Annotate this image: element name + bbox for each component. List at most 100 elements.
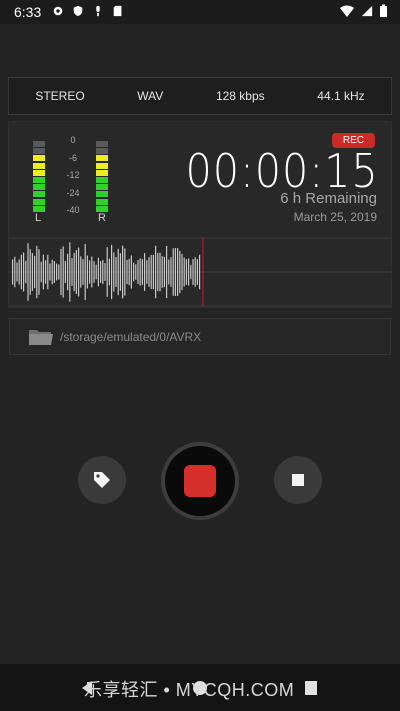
waveform-bar — [126, 259, 128, 285]
folder-icon — [29, 329, 53, 345]
db-tick: -12 — [66, 170, 80, 180]
waveform-bar — [56, 263, 58, 281]
meter-segment — [96, 191, 108, 198]
waveform-bar — [174, 247, 176, 297]
storage-path-bar[interactable]: /storage/emulated/0/AVRX — [9, 318, 391, 355]
waveform-bar — [38, 249, 40, 295]
meter-segment — [33, 155, 45, 162]
waveform-bar — [23, 252, 25, 292]
waveform-bar — [67, 253, 69, 291]
waveform-bar — [49, 263, 51, 281]
record-stop-icon — [184, 465, 216, 497]
waveform-bar — [148, 257, 150, 287]
signal-icon — [361, 5, 373, 17]
meter-segment — [33, 176, 45, 183]
waveform-bar — [119, 253, 121, 291]
db-tick: -40 — [66, 205, 80, 215]
waveform-bar — [185, 259, 187, 285]
meter-segment — [33, 162, 45, 169]
battery-icon — [380, 4, 387, 17]
recorder-panel: L 0 -6 -12 -24 -40 R REC 00:00:15 6 h Re… — [8, 121, 392, 308]
meter-right-label: R — [98, 212, 106, 224]
waveform-bar — [168, 259, 170, 285]
stop-icon — [292, 474, 304, 486]
waveform-bar — [130, 255, 132, 289]
recents-icon[interactable] — [304, 680, 318, 696]
waveform-bar — [73, 252, 75, 292]
waveform-bar — [115, 257, 117, 287]
waveform-bar — [163, 256, 165, 288]
shield-icon — [73, 5, 83, 17]
waveform-bar — [93, 261, 95, 283]
tag-icon — [94, 472, 110, 488]
remaining-time: 6 h Remaining — [280, 190, 377, 207]
meter-segment — [33, 141, 45, 147]
waveform-bar — [152, 254, 154, 290]
waveform-display — [9, 237, 391, 307]
meter-segment — [33, 191, 45, 198]
waveform-bar — [80, 256, 82, 288]
waveform-bar — [113, 252, 115, 292]
meter-segment — [96, 155, 108, 162]
waveform-bar — [78, 247, 80, 297]
waveform-bar — [14, 256, 16, 288]
waveform-bar — [47, 254, 49, 290]
waveform-bar — [84, 243, 86, 301]
gear-icon — [53, 6, 63, 16]
waveform-bar — [144, 253, 146, 291]
waveform-bar — [166, 245, 168, 299]
waveform-bar — [42, 254, 44, 290]
waveform-bar — [12, 259, 14, 285]
waveform-bar — [34, 255, 36, 289]
meter-segment — [96, 184, 108, 191]
meter-segment — [96, 169, 108, 176]
waveform-bar — [117, 248, 119, 296]
waveform-bar — [124, 248, 126, 296]
waveform-bar — [139, 258, 141, 286]
waveform-bar — [170, 257, 172, 287]
sd-card-icon — [113, 5, 122, 17]
waveform-bar — [20, 254, 22, 290]
waveform-bar — [157, 252, 159, 292]
waveform-bar — [122, 245, 124, 299]
tag-button[interactable] — [78, 456, 126, 504]
mic-icon — [96, 5, 100, 17]
waveform-bar — [104, 263, 106, 281]
waveform-bar — [62, 246, 64, 298]
waveform-bar — [108, 258, 110, 286]
stop-button[interactable] — [274, 456, 322, 504]
waveform-bar — [58, 264, 60, 280]
waveform-bar — [161, 256, 163, 288]
status-bar: 6:33 — [0, 0, 400, 24]
waveform-bar — [53, 261, 55, 283]
waveform-bar — [29, 249, 31, 295]
waveform-bar — [75, 249, 77, 295]
waveform-bar — [177, 247, 179, 297]
db-scale: 0 -6 -12 -24 -40 — [63, 132, 83, 220]
meter-segment — [96, 148, 108, 155]
waveform-bar — [71, 258, 73, 286]
level-meter-right — [96, 141, 108, 213]
waveform-bar — [194, 257, 196, 287]
storage-path: /storage/emulated/0/AVRX — [60, 329, 202, 344]
level-meter-left — [33, 141, 45, 213]
waveform-bar — [159, 252, 161, 292]
meter-segment — [96, 141, 108, 147]
waveform-bar — [86, 255, 88, 289]
sample-rate-label: 44.1 kHz — [317, 89, 365, 103]
meter-segment — [33, 205, 45, 212]
meter-segment — [96, 205, 108, 212]
waveform-bar — [192, 259, 194, 285]
waveform-bar — [91, 256, 93, 288]
waveform-bar — [45, 260, 47, 284]
waveform-bar — [196, 259, 198, 285]
waveform-bar — [155, 245, 157, 299]
meter-left-label: L — [35, 212, 42, 224]
record-button[interactable] — [165, 446, 235, 516]
waveform-bar — [179, 250, 181, 294]
waveform-bar — [172, 248, 174, 296]
db-tick: -24 — [66, 187, 80, 198]
waveform-bar — [135, 264, 137, 280]
waveform-bar — [100, 261, 102, 283]
waveform-bar — [146, 260, 148, 284]
